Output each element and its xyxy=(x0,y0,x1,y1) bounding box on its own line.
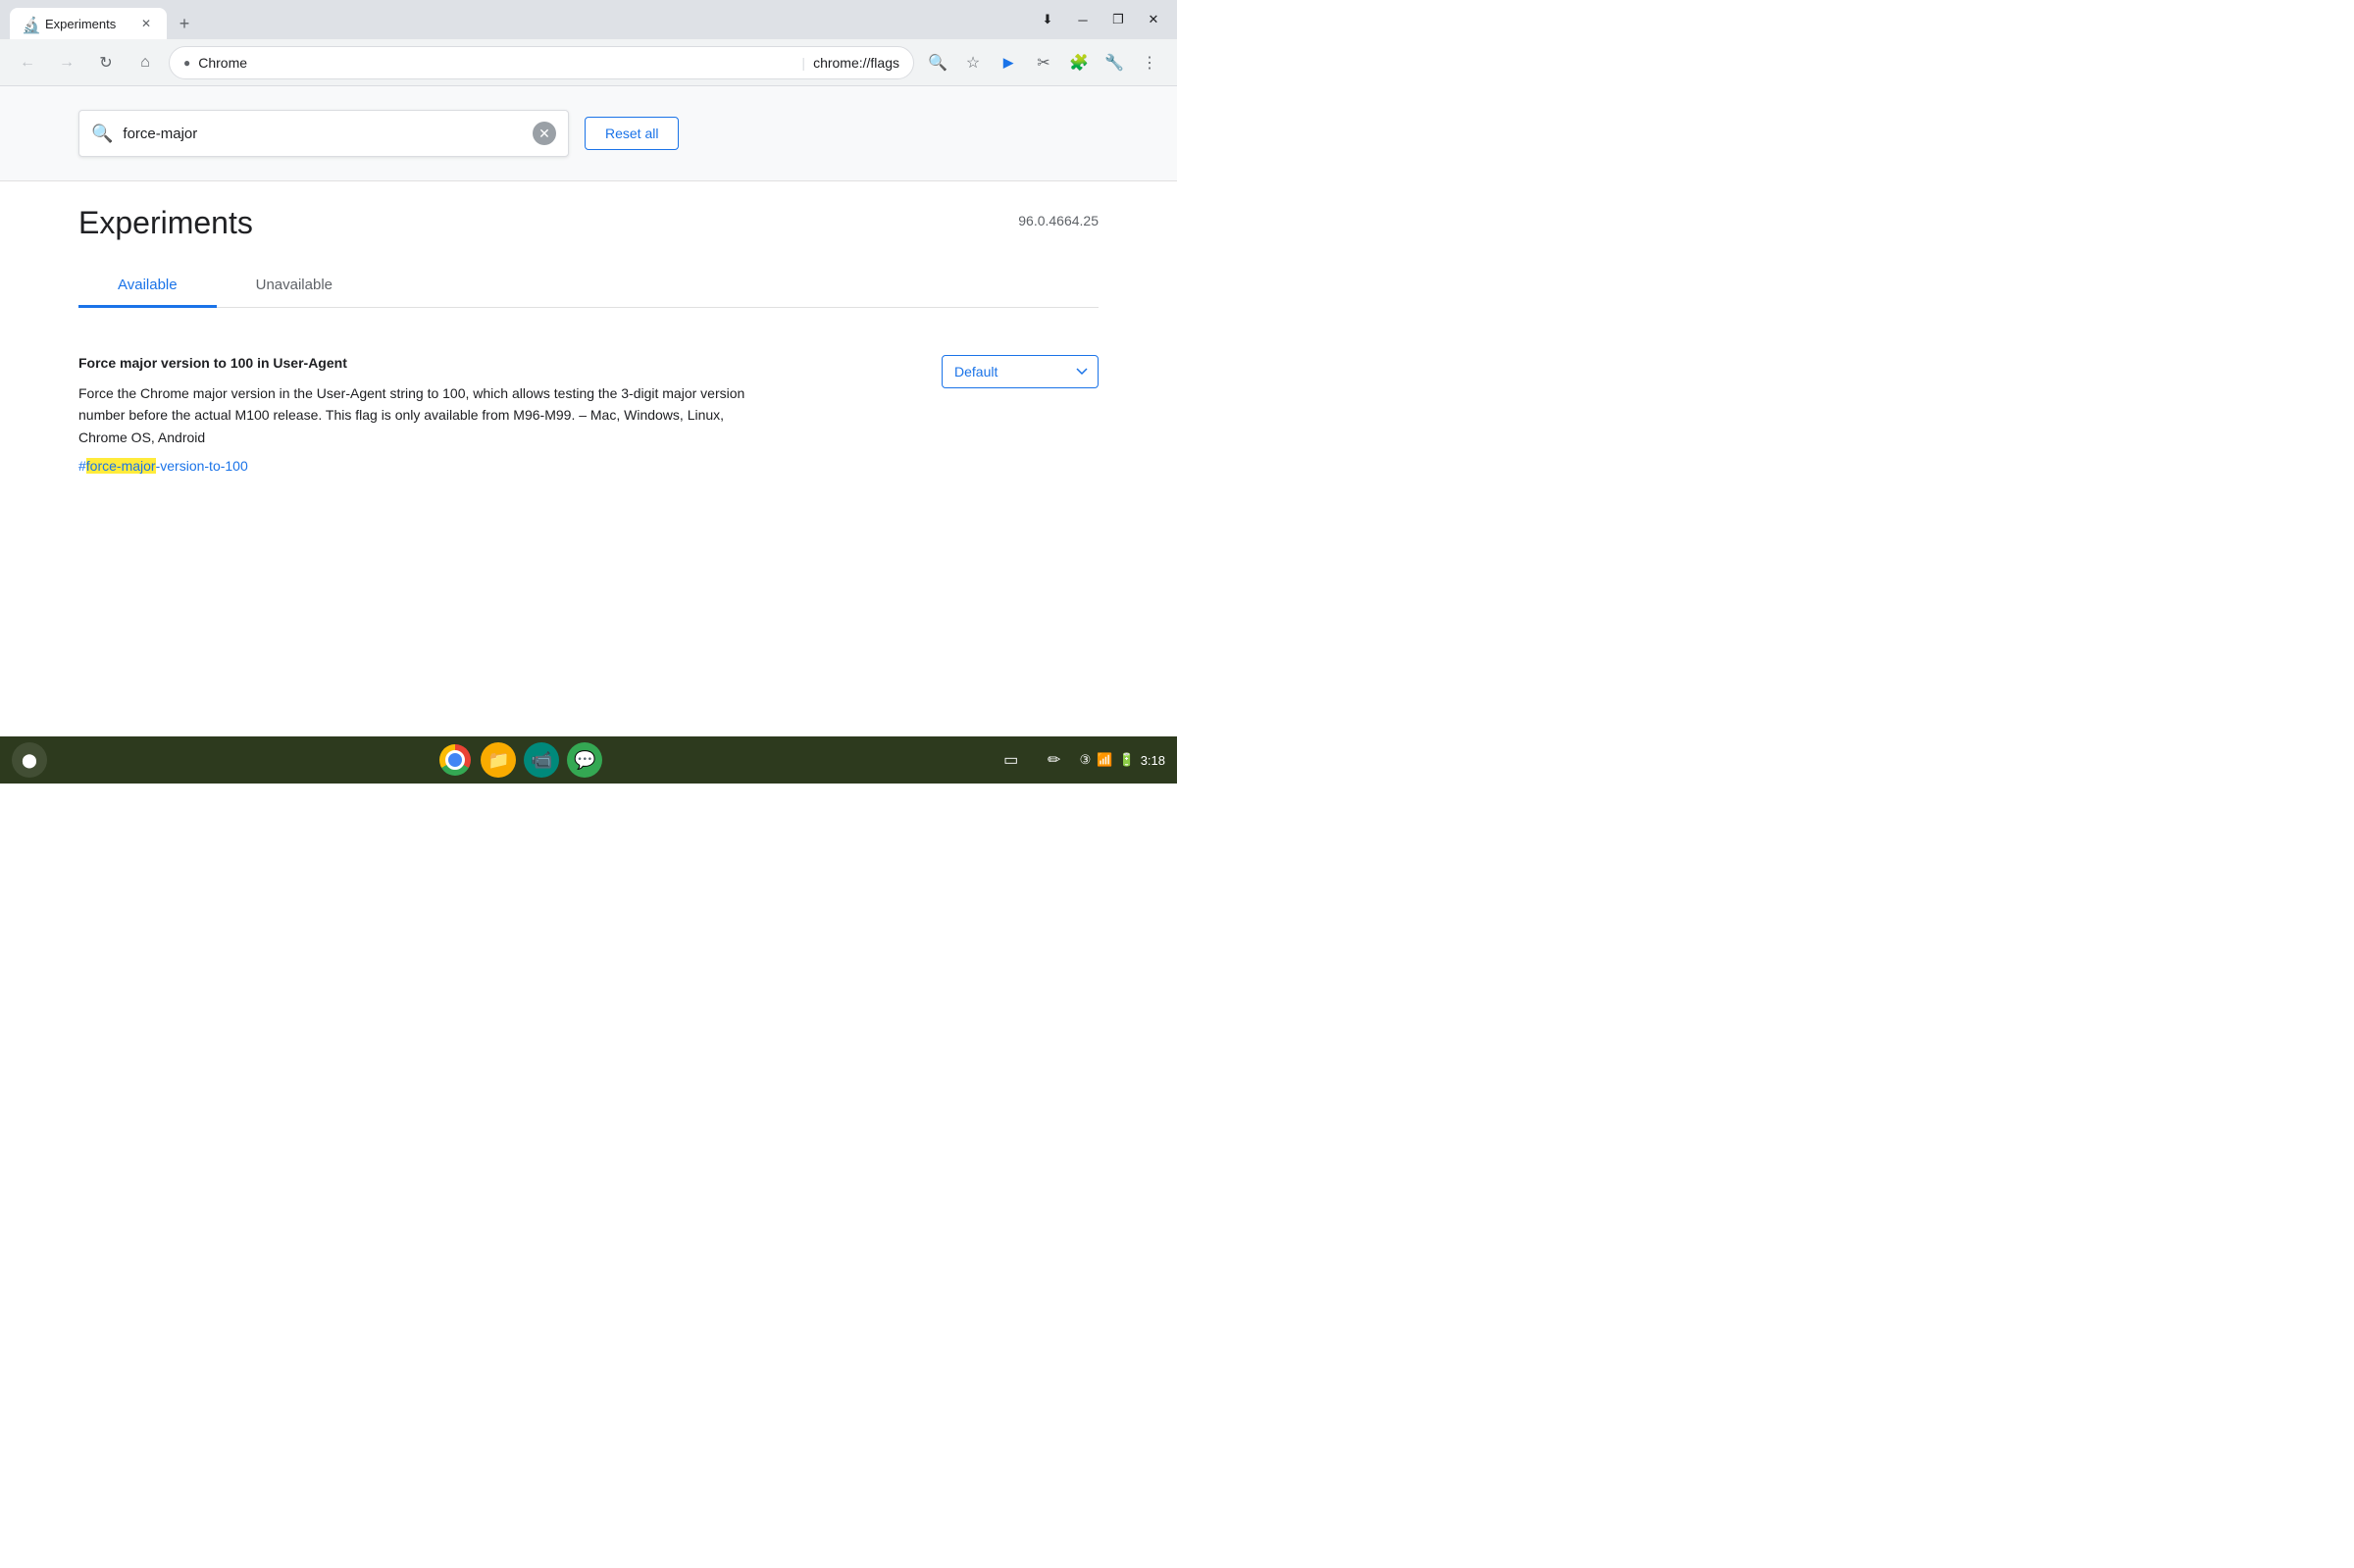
scissors-icon[interactable]: ✂ xyxy=(1028,47,1059,78)
extensions-icon[interactable]: 🧩 xyxy=(1063,47,1095,78)
search-input[interactable] xyxy=(123,126,523,142)
download-button[interactable]: ⬇ xyxy=(1032,6,1063,33)
flag-select[interactable]: Default Enabled Disabled xyxy=(942,355,1099,388)
search-box: 🔍 ✕ xyxy=(78,110,569,157)
close-button[interactable]: ✕ xyxy=(1138,6,1169,33)
tab-favicon: 🔬 xyxy=(22,16,37,31)
back-button[interactable]: ← xyxy=(12,47,43,78)
window-controls: ⬇ ─ ❐ ✕ xyxy=(1024,0,1177,39)
battery-icon: 🔋 xyxy=(1119,752,1135,768)
flag-link[interactable]: #force-major-version-to-100 xyxy=(78,458,248,474)
browser-frame: 🔬 Experiments ✕ + ⬇ ─ ❐ ✕ ← → ↻ ⌂ ● Chro… xyxy=(0,0,1177,784)
flag-link-rest: -version-to-100 xyxy=(156,458,248,474)
taskbar-files-icon[interactable]: 📁 xyxy=(481,742,516,778)
taskbar-left: ⬤ xyxy=(12,742,47,778)
main-content: Experiments 96.0.4664.25 Available Unava… xyxy=(0,181,1177,515)
tab-close-button[interactable]: ✕ xyxy=(137,15,155,32)
new-tab-button[interactable]: + xyxy=(171,10,198,37)
taskbar-chat-icon[interactable]: 💬 xyxy=(567,742,602,778)
taskbar-chrome-icon[interactable] xyxy=(437,742,473,778)
minimize-button[interactable]: ─ xyxy=(1067,6,1099,33)
tab-strip: 🔬 Experiments ✕ + xyxy=(0,0,198,39)
tab-unavailable[interactable]: Unavailable xyxy=(217,265,372,308)
flag-title: Force major version to 100 in User-Agent xyxy=(78,355,902,371)
chat-icon: 💬 xyxy=(574,750,595,771)
flag-info: Force major version to 100 in User-Agent… xyxy=(78,355,902,476)
page-content: 🔍 ✕ Reset all Experiments 96.0.4664.25 A… xyxy=(0,86,1177,736)
version-text: 96.0.4664.25 xyxy=(1018,213,1099,228)
menu-icon[interactable]: ⋮ xyxy=(1134,47,1165,78)
pen-button[interactable]: ✏ xyxy=(1037,742,1072,778)
toolbar-icons: 🔍 ☆ ▶ ✂ 🧩 🔧 ⋮ xyxy=(922,47,1165,78)
toolbar: ← → ↻ ⌂ ● Chrome | chrome://flags 🔍 ☆ ▶ … xyxy=(0,39,1177,86)
search-clear-button[interactable]: ✕ xyxy=(533,122,556,145)
wifi-icon: 📶 xyxy=(1097,752,1112,768)
circle-icon: ⬤ xyxy=(22,752,37,769)
taskbar-right: ▭ ✏ ③ 📶 🔋 3:18 xyxy=(994,742,1165,778)
extra-extension-icon[interactable]: 🔧 xyxy=(1099,47,1130,78)
taskbar-center: 📁 📹 💬 xyxy=(55,742,986,778)
files-icon: 📁 xyxy=(487,750,509,771)
tab-label: Experiments xyxy=(45,17,129,31)
search-icon[interactable]: 🔍 xyxy=(922,47,953,78)
system-status: ③ 📶 🔋 3:18 xyxy=(1080,752,1165,768)
reload-button[interactable]: ↻ xyxy=(90,47,122,78)
screenshot-icon: ▭ xyxy=(1003,750,1018,770)
maximize-button[interactable]: ❐ xyxy=(1102,6,1134,33)
page-header: Experiments 96.0.4664.25 xyxy=(78,205,1099,241)
clock-display: 3:18 xyxy=(1141,753,1165,768)
pen-icon: ✏ xyxy=(1048,750,1060,770)
flag-description: Force the Chrome major version in the Us… xyxy=(78,382,765,448)
screenshot-button[interactable]: ▭ xyxy=(994,742,1029,778)
search-icon: 🔍 xyxy=(91,124,113,144)
reset-all-button[interactable]: Reset all xyxy=(585,117,679,150)
search-section: 🔍 ✕ Reset all xyxy=(0,86,1177,181)
tab-available[interactable]: Available xyxy=(78,265,217,308)
active-tab[interactable]: 🔬 Experiments ✕ xyxy=(10,8,167,39)
chrome-logo xyxy=(439,744,471,776)
profile-icon[interactable]: ▶ xyxy=(993,47,1024,78)
taskbar-app-circle[interactable]: ⬤ xyxy=(12,742,47,778)
flag-item: Force major version to 100 in User-Agent… xyxy=(78,339,1099,491)
address-divider: | xyxy=(801,55,805,71)
page-title: Experiments xyxy=(78,205,253,241)
status-number[interactable]: ③ xyxy=(1080,752,1092,768)
address-url: chrome://flags xyxy=(813,55,899,71)
meet-icon: 📹 xyxy=(531,750,552,771)
flag-link-highlight: force-major xyxy=(86,458,156,474)
taskbar: ⬤ 📁 📹 💬 ▭ ✏ xyxy=(0,736,1177,784)
address-favicon: ● xyxy=(183,56,190,70)
tabs-container: Available Unavailable xyxy=(78,265,1099,308)
bookmark-icon[interactable]: ☆ xyxy=(957,47,989,78)
flag-control: Default Enabled Disabled xyxy=(942,355,1099,388)
forward-button[interactable]: → xyxy=(51,47,82,78)
title-bar: 🔬 Experiments ✕ + ⬇ ─ ❐ ✕ xyxy=(0,0,1177,39)
taskbar-meet-icon[interactable]: 📹 xyxy=(524,742,559,778)
flag-link-hash: # xyxy=(78,458,86,474)
address-scheme: Chrome xyxy=(198,55,793,71)
address-bar[interactable]: ● Chrome | chrome://flags xyxy=(169,46,914,79)
home-button[interactable]: ⌂ xyxy=(129,47,161,78)
